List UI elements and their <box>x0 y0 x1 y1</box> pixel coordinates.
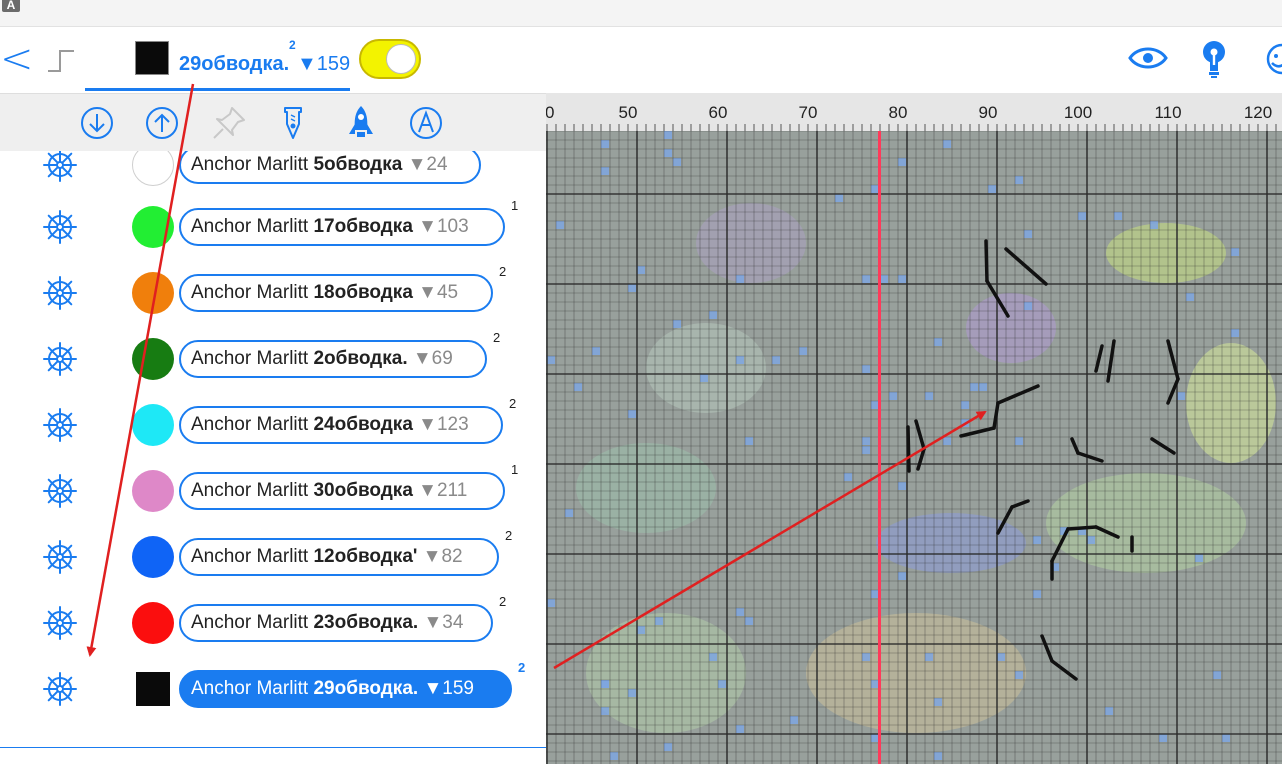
arrow-up-circle-icon[interactable] <box>143 104 181 142</box>
column-ruler: 405060708090100110120 <box>546 93 1282 131</box>
thread-name-pill[interactable]: Anchor Marlitt 2обводка. ▼69 <box>179 340 487 378</box>
thread-count: ▼24 <box>402 154 448 175</box>
header-bar: < 2 29обводка. ▼159 <box>0 27 1282 93</box>
thread-row[interactable]: Anchor Marlitt 18обводка ▼45 2 <box>0 260 546 326</box>
stitch-grid[interactable] <box>546 93 1282 764</box>
thread-brand: Anchor Marlitt <box>191 546 314 567</box>
thread-color-swatch[interactable] <box>132 602 174 644</box>
thread-superscript: 2 <box>499 264 507 279</box>
thread-count: ▼82 <box>417 546 463 567</box>
thread-count: ▼34 <box>418 612 464 633</box>
current-thread-underline <box>85 88 350 91</box>
ship-wheel-icon[interactable] <box>42 341 78 377</box>
thread-color-swatch[interactable] <box>132 338 174 380</box>
thread-color-swatch[interactable] <box>132 536 174 578</box>
highlight-toggle[interactable] <box>359 39 421 79</box>
thread-name: 29обводка. <box>313 678 419 699</box>
thread-color-swatch[interactable] <box>132 404 174 446</box>
thread-brand: Anchor Marlitt <box>191 678 314 699</box>
thread-superscript: 2 <box>505 528 513 543</box>
thread-superscript: 2 <box>493 330 501 345</box>
toggle-knob <box>386 44 416 74</box>
thread-list: Anchor Marlitt 5обводка ▼242Anchor Marli… <box>0 151 546 764</box>
current-thread-superscript: 2 <box>289 38 296 52</box>
thread-brand: Anchor Marlitt <box>191 612 314 633</box>
pattern-canvas[interactable]: 405060708090100110120 <box>546 93 1282 764</box>
ship-wheel-icon[interactable] <box>42 209 78 245</box>
thread-name-pill[interactable]: Anchor Marlitt 12обводка' ▼82 <box>179 538 499 576</box>
thread-row[interactable]: Anchor Marlitt 23обводка. ▼34 2 <box>0 590 546 656</box>
thread-name: 17обводка <box>313 216 413 237</box>
thread-superscript: 1 <box>511 198 519 213</box>
thread-brand: Anchor Marlitt <box>191 216 314 237</box>
thread-name: 18обводка <box>313 282 413 303</box>
rocket-icon[interactable] <box>342 104 380 142</box>
pen-tool-icon[interactable] <box>274 104 312 142</box>
thread-row[interactable]: Anchor Marlitt 12обводка' ▼82 2 <box>0 524 546 590</box>
thread-count: ▼159 <box>418 678 474 699</box>
thread-color-swatch[interactable] <box>132 206 174 248</box>
thread-count: ▼103 <box>412 216 469 237</box>
thread-name: 5обводка <box>313 154 403 175</box>
ship-wheel-icon[interactable] <box>42 605 78 641</box>
thread-name-pill[interactable]: Anchor Marlitt 18обводка ▼45 <box>179 274 493 312</box>
thread-superscript: 2 <box>509 396 517 411</box>
thread-brand: Anchor Marlitt <box>191 154 314 175</box>
ship-wheel-icon[interactable] <box>42 473 78 509</box>
letter-a-circle-icon[interactable] <box>407 104 445 142</box>
thread-superscript: 1 <box>511 462 519 477</box>
thread-row[interactable]: Anchor Marlitt 5обводка ▼242 <box>0 151 546 198</box>
thread-row[interactable]: Anchor Marlitt 29обводка. ▼159 2 <box>0 656 546 722</box>
arrow-down-circle-icon[interactable] <box>78 104 116 142</box>
thread-color-swatch[interactable] <box>132 470 174 512</box>
pin-icon[interactable] <box>210 104 248 142</box>
thread-row[interactable]: Anchor Marlitt 30обводка ▼211 1 <box>0 458 546 524</box>
thread-superscript: 2 <box>499 594 507 609</box>
thread-brand: Anchor Marlitt <box>191 282 314 303</box>
thread-name: 2обводка. <box>313 348 408 369</box>
back-button[interactable]: < <box>0 39 34 79</box>
thread-color-swatch[interactable] <box>132 151 174 186</box>
thread-name: 24обводка <box>313 414 413 435</box>
app-badge-icon: A <box>2 0 20 12</box>
stair-step-icon[interactable] <box>46 47 76 73</box>
ship-wheel-icon[interactable] <box>42 539 78 575</box>
smile-icon[interactable] <box>1262 41 1282 77</box>
ship-wheel-icon[interactable] <box>42 151 78 183</box>
list-bottom-divider <box>0 747 546 748</box>
eye-icon[interactable] <box>1128 42 1168 74</box>
thread-count: ▼123 <box>412 414 469 435</box>
lightbulb-icon[interactable] <box>1197 39 1231 79</box>
thread-brand: Anchor Marlitt <box>191 414 314 435</box>
thread-count: ▼45 <box>412 282 459 303</box>
thread-brand: Anchor Marlitt <box>191 348 314 369</box>
thread-name: 30обводка <box>313 480 413 501</box>
thread-name-pill[interactable]: Anchor Marlitt 24обводка ▼123 <box>179 406 503 444</box>
current-thread-count: ▼159 <box>297 53 351 75</box>
thread-count: ▼211 <box>412 480 468 501</box>
thread-name-pill[interactable]: Anchor Marlitt 29обводка. ▼159 <box>179 670 512 708</box>
ship-wheel-icon[interactable] <box>42 275 78 311</box>
thread-count: ▼69 <box>407 348 453 369</box>
thread-name-pill[interactable]: Anchor Marlitt 17обводка ▼103 <box>179 208 505 246</box>
thread-row[interactable]: Anchor Marlitt 2обводка. ▼69 2 <box>0 326 546 392</box>
thread-row[interactable]: Anchor Marlitt 17обводка ▼103 1 <box>0 194 546 260</box>
ship-wheel-icon[interactable] <box>42 407 78 443</box>
current-color-swatch[interactable] <box>135 41 169 75</box>
marker-line <box>878 131 881 764</box>
thread-name: 23обводка. <box>313 612 419 633</box>
thread-brand: Anchor Marlitt <box>191 480 314 501</box>
thread-row[interactable]: Anchor Marlitt 24обводка ▼123 2 <box>0 392 546 458</box>
thread-color-swatch[interactable] <box>136 672 170 706</box>
ship-wheel-icon[interactable] <box>42 671 78 707</box>
list-toolbar <box>0 93 546 152</box>
thread-name-pill[interactable]: Anchor Marlitt 5обводка ▼24 <box>179 151 481 184</box>
current-thread-name[interactable]: 29обводка. <box>179 53 289 76</box>
thread-name-pill[interactable]: Anchor Marlitt 30обводка ▼211 <box>179 472 505 510</box>
thread-color-swatch[interactable] <box>132 272 174 314</box>
thread-superscript: 2 <box>518 660 526 675</box>
system-status-strip: A <box>0 0 1282 27</box>
thread-name: 12обводка' <box>313 546 418 567</box>
thread-name-pill[interactable]: Anchor Marlitt 23обводка. ▼34 <box>179 604 493 642</box>
